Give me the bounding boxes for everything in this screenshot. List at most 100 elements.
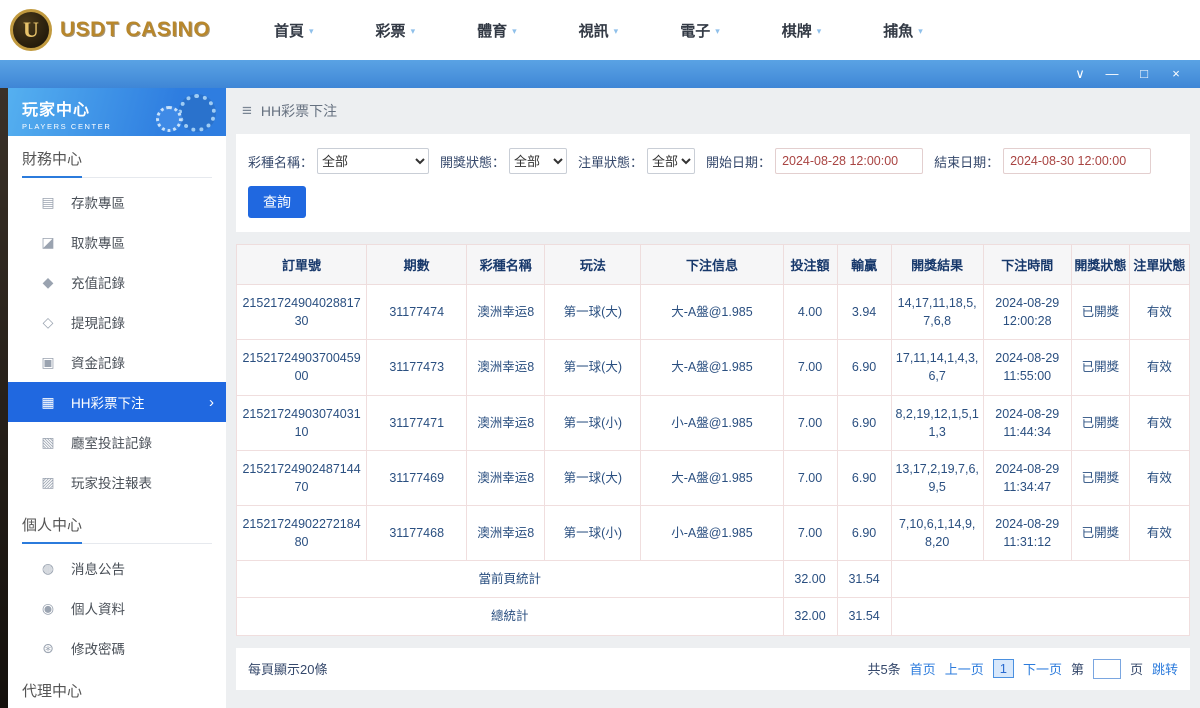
col-header-draw-result: 開獎結果 (891, 245, 983, 285)
col-header-order-no: 訂單號 (237, 245, 367, 285)
withdrawal-record-icon: ◇ (40, 314, 56, 331)
fund-record-icon: ▣ (40, 354, 56, 371)
pagination-first[interactable]: 首页 (910, 659, 936, 678)
lottery-name-label: 彩種名稱： (248, 152, 313, 171)
cell-bet-amount: 4.00 (783, 285, 837, 340)
draw-status-select[interactable]: 全部 (509, 148, 567, 174)
cell-period: 31177469 (367, 450, 467, 505)
sidebar-item-withdrawal-records[interactable]: ◇ 提現記錄 (8, 302, 226, 342)
section-heading-personal: 個人中心 (22, 514, 212, 544)
pagination-next[interactable]: 下一页 (1023, 659, 1062, 678)
cell-bet-amount: 7.00 (783, 506, 837, 561)
cell-period: 31177474 (367, 285, 467, 340)
window-minimize-button[interactable]: — (1096, 60, 1128, 88)
nav-item-live-video[interactable]: 視訊 ▾ (579, 20, 619, 41)
pagination-current-page[interactable]: 1 (993, 659, 1014, 678)
nav-item-card-games[interactable]: 棋牌 ▾ (782, 20, 822, 41)
sidebar-item-change-password[interactable]: ⊛ 修改密碼 (8, 628, 226, 668)
chevron-right-icon: › (209, 394, 214, 411)
nav-item-sports[interactable]: 體育 ▾ (477, 20, 517, 41)
section-heading-finance: 財務中心 (22, 148, 212, 178)
window-maximize-button[interactable]: □ (1128, 60, 1160, 88)
menu-toggle-icon[interactable]: ≡ (242, 101, 252, 121)
cell-bet-time: 2024-08-29 11:34:47 (983, 450, 1071, 505)
cell-bet-info: 大-A盤@1.985 (641, 450, 783, 505)
cell-win-loss: 6.90 (837, 506, 891, 561)
total-count: 共5条 (867, 659, 900, 678)
nav-item-label: 體育 (477, 20, 507, 41)
sidebar-item-deposit[interactable]: ▤ 存款專區 (8, 182, 226, 222)
sidebar-item-label: 充值記錄 (71, 272, 125, 292)
sidebar-item-withdraw[interactable]: ◪ 取款專區 (8, 222, 226, 262)
cell-order-status: 有效 (1129, 506, 1189, 561)
user-icon: ◉ (40, 600, 56, 617)
section-label: 財務中心 (22, 151, 82, 178)
chevron-down-icon: ▾ (918, 26, 923, 37)
start-date-label: 開始日期： (706, 152, 771, 171)
breadcrumb: ≡ HH彩票下注 (236, 88, 1190, 134)
sidebar-item-fund-records[interactable]: ▣ 資金記錄 (8, 342, 226, 382)
sidebar-item-profile[interactable]: ◉ 個人資料 (8, 588, 226, 628)
sidebar-item-player-bet-report[interactable]: ▨ 玩家投注報表 (8, 462, 226, 502)
lottery-bets-icon: ▦ (40, 394, 56, 411)
sidebar-item-announcements[interactable]: ◍ 消息公告 (8, 548, 226, 588)
sidebar-item-label: 提現記錄 (71, 312, 125, 332)
nav-item-lottery[interactable]: 彩票 ▾ (376, 20, 416, 41)
bet-report-icon: ▨ (40, 474, 56, 491)
chevron-down-icon: ▾ (817, 26, 822, 37)
cell-play-type: 第一球(小) (545, 506, 641, 561)
jump-prefix-label: 第 (1071, 659, 1084, 678)
cell-lottery-name: 澳洲幸运8 (467, 395, 545, 450)
end-date-input[interactable] (1003, 148, 1151, 174)
cell-order-status: 有效 (1129, 395, 1189, 450)
nav-item-label: 視訊 (579, 20, 609, 41)
cell-bet-amount: 7.00 (783, 395, 837, 450)
sidebar-item-room-bet-records[interactable]: ▧ 廳室投註記錄 (8, 422, 226, 462)
start-date-input[interactable] (775, 148, 923, 174)
cell-bet-time: 2024-08-29 12:00:28 (983, 285, 1071, 340)
page-jump-input[interactable] (1093, 659, 1121, 679)
grand-total-empty-cell (891, 598, 1189, 635)
query-button[interactable]: 查詢 (248, 186, 306, 218)
pagination-prev[interactable]: 上一页 (945, 659, 984, 678)
nav-item-fishing[interactable]: 捕魚 ▾ (883, 20, 923, 41)
bets-table-card: 訂單號 期數 彩種名稱 玩法 下注信息 投注額 輸贏 開獎結果 下注時間 開獎狀… (236, 244, 1190, 636)
window-close-button[interactable]: × (1160, 60, 1192, 88)
sidebar-item-hh-lottery-bets[interactable]: ▦ HH彩票下注 › (8, 382, 226, 422)
content-area: 玩家中心 PLAYERS CENTER 財務中心 ▤ 存款專區 ◪ 取款專區 ◆… (0, 88, 1200, 708)
col-header-bet-amount: 投注額 (783, 245, 837, 285)
jump-suffix-label: 页 (1130, 659, 1143, 678)
cell-order-status: 有效 (1129, 450, 1189, 505)
per-page-info: 每頁顯示20條 (248, 659, 327, 678)
withdraw-icon: ◪ (40, 234, 56, 251)
sidebar-item-label: 消息公告 (71, 558, 125, 578)
cell-bet-time: 2024-08-29 11:55:00 (983, 340, 1071, 395)
page-title: HH彩票下注 (261, 101, 337, 121)
cell-play-type: 第一球(大) (545, 340, 641, 395)
pagination: 共5条 首页 上一页 1 下一页 第 页 跳转 (867, 659, 1178, 679)
sidebar-item-label: 取款專區 (71, 232, 125, 252)
page-total-empty-cell (891, 561, 1189, 598)
draw-status-label: 開獎狀態： (440, 152, 505, 171)
window-collapse-button[interactable]: ∨ (1064, 60, 1096, 88)
order-status-select[interactable]: 全部 (647, 148, 695, 174)
sidebar-item-recharge-records[interactable]: ◆ 充值記錄 (8, 262, 226, 302)
page-jump-button[interactable]: 跳转 (1152, 659, 1178, 678)
chevron-down-icon: ▾ (614, 26, 619, 37)
sidebar: 玩家中心 PLAYERS CENTER 財務中心 ▤ 存款專區 ◪ 取款專區 ◆… (8, 88, 226, 708)
cell-period: 31177468 (367, 506, 467, 561)
lottery-name-select[interactable]: 全部 (317, 148, 429, 174)
cell-win-loss: 6.90 (837, 395, 891, 450)
cell-draw-status: 已開獎 (1071, 450, 1129, 505)
col-header-lottery-name: 彩種名稱 (467, 245, 545, 285)
col-header-bet-time: 下注時間 (983, 245, 1071, 285)
filter-panel: 彩種名稱： 全部 開獎狀態： 全部 注單狀態： 全部 開始日期： 結束日期： (236, 134, 1190, 232)
nav-item-slots[interactable]: 電子 ▾ (680, 20, 720, 41)
table-row: 215217249040288173031177474澳洲幸运8第一球(大)大-… (237, 285, 1190, 340)
logo-text: USDT CASINO (60, 18, 210, 42)
nav-item-label: 首頁 (274, 20, 304, 41)
table-row: 215217249030740311031177471澳洲幸运8第一球(小)小-… (237, 395, 1190, 450)
window-title-bar: ∨ — □ × (0, 60, 1200, 88)
nav-item-home[interactable]: 首頁 ▾ (274, 20, 314, 41)
logo[interactable]: U USDT CASINO (10, 9, 222, 51)
